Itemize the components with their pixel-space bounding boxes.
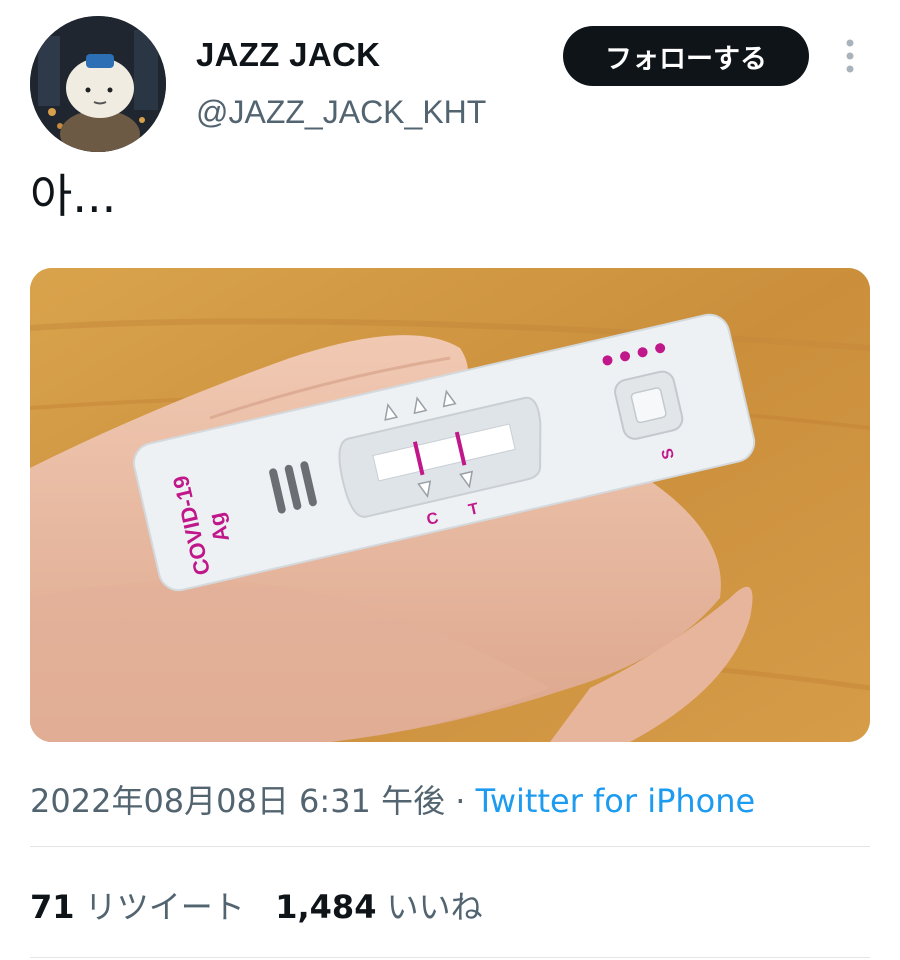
divider [30, 846, 870, 847]
retweets-count: 71 [30, 888, 75, 926]
tweet-timestamp[interactable]: 2022年08月08日 6:31 午後 [30, 782, 445, 820]
tweet-media-image[interactable]: COVID-19 Ag C T S [30, 268, 870, 742]
avatar[interactable] [30, 16, 166, 152]
covid-test-photo: COVID-19 Ag C T S [30, 268, 870, 742]
likes-stat[interactable]: 1,484 いいね [275, 888, 482, 926]
follow-button[interactable]: フォローする [563, 26, 809, 86]
retweets-label: リツイート [84, 888, 245, 926]
tweet-meta: 2022年08月08日 6:31 午後 · Twitter for iPhone [30, 776, 755, 822]
tweet-source-link[interactable]: Twitter for iPhone [476, 782, 756, 820]
tweet-text: 아... [30, 169, 117, 223]
cartoon-character-avatar [30, 16, 166, 152]
likes-label: いいね [386, 888, 483, 926]
tweet-stats: 71 リツイート 1,484 いいね [30, 882, 483, 928]
user-handle[interactable]: @JAZZ_JACK_KHT [196, 94, 486, 131]
display-name[interactable]: JAZZ JACK [196, 36, 380, 74]
more-vertical-icon[interactable] [838, 36, 862, 76]
likes-count: 1,484 [275, 888, 377, 926]
meta-separator: · [445, 782, 476, 820]
divider [30, 957, 870, 958]
retweets-stat[interactable]: 71 リツイート [30, 888, 245, 926]
